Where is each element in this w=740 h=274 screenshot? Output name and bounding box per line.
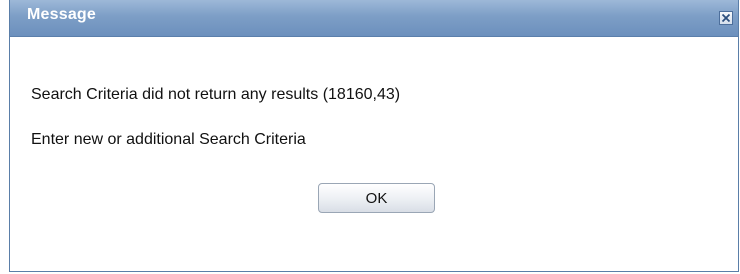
close-icon [721,13,731,23]
ok-button[interactable]: OK [318,183,435,213]
message-text-primary: Search Criteria did not return any resul… [31,86,401,103]
close-button[interactable] [719,11,733,25]
message-dialog: Message Search Criteria did not return a… [9,0,739,272]
message-text-secondary: Enter new or additional Search Criteria [31,131,306,148]
dialog-title: Message [27,6,96,23]
dialog-titlebar[interactable]: Message [10,0,738,37]
